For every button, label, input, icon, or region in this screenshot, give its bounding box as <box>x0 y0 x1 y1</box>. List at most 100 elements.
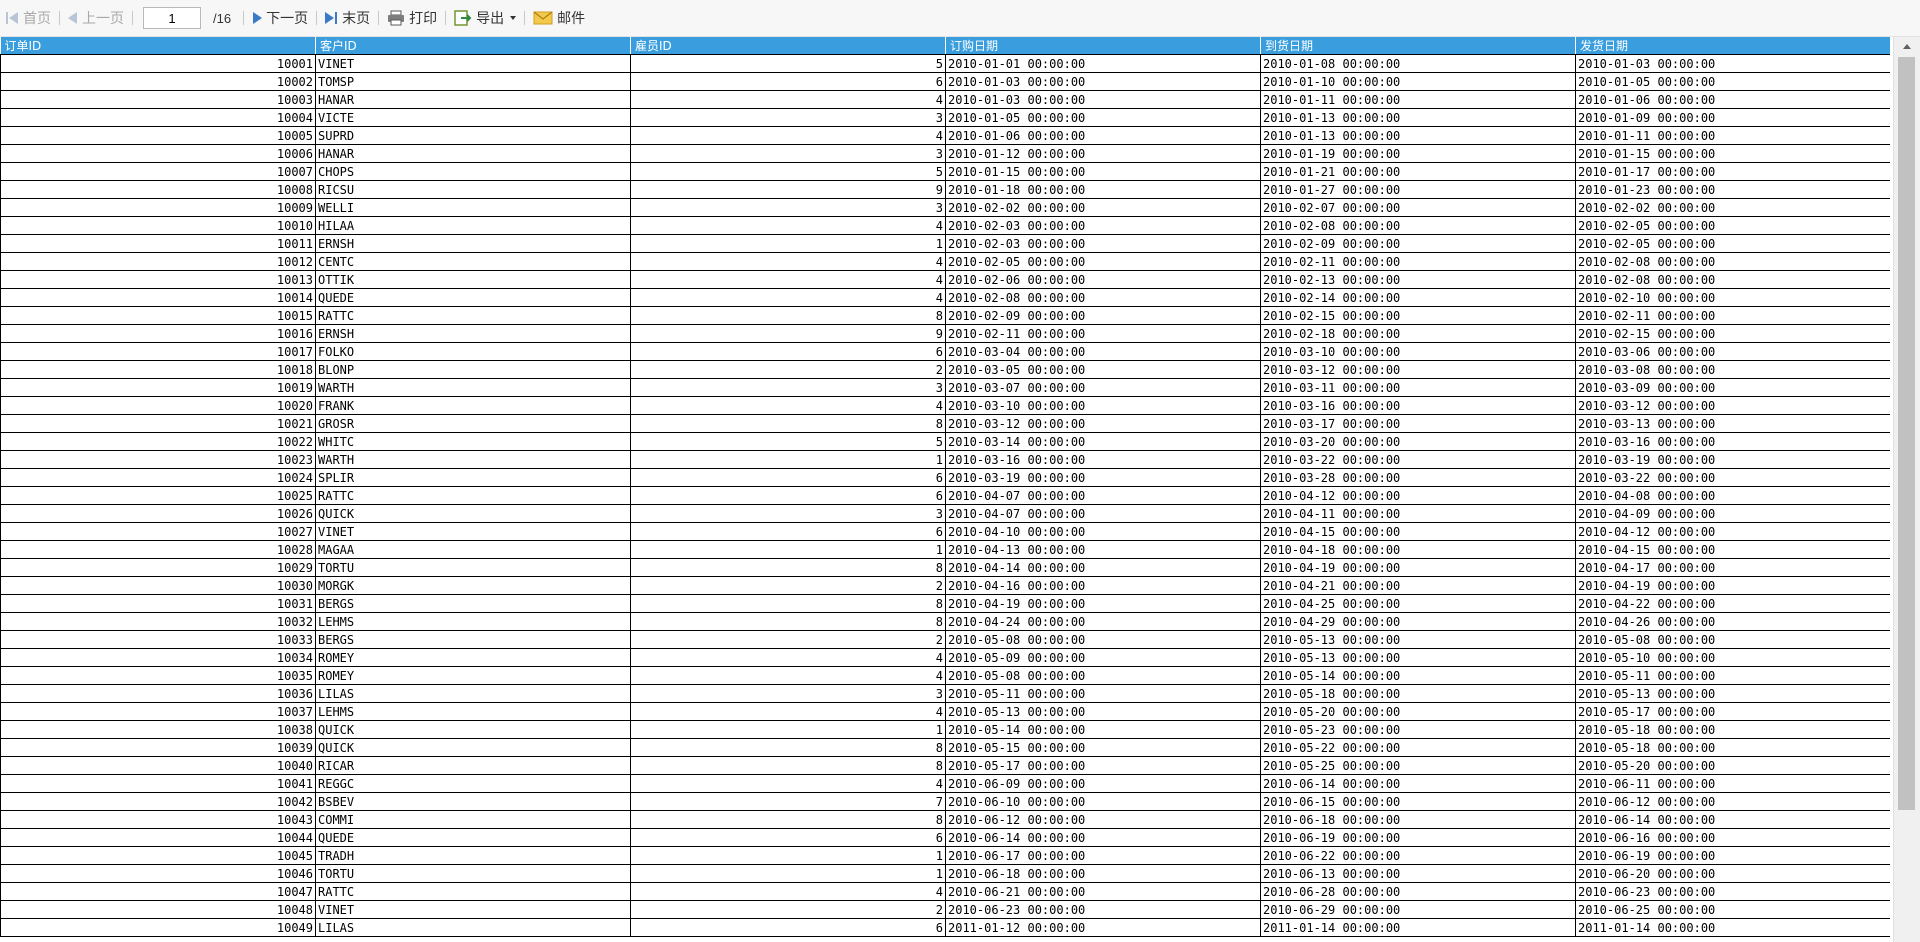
customer-id-cell: BLONP <box>315 360 631 379</box>
table-row: 10014 QUEDE 4 2010-02-08 00:00:00 2010-02-14… <box>0 288 1890 307</box>
shipped-date-cell: 2010-04-19 00:00:00 <box>1575 576 1890 595</box>
shipped-date-cell: 2010-06-16 00:00:00 <box>1575 828 1890 847</box>
customer-id-cell: LILAS <box>315 918 631 937</box>
report-toolbar: 首页 上一页 /16 下一页 末页 打印 导出 <box>0 0 1920 37</box>
table-row: 10018 BLONP 2 2010-03-05 00:00:00 2010-03-12… <box>0 360 1890 379</box>
customer-id-cell: MAGAA <box>315 540 631 559</box>
order-date-cell: 2010-03-10 00:00:00 <box>945 396 1261 415</box>
required-date-cell: 2010-05-14 00:00:00 <box>1260 666 1576 685</box>
prev-page-button[interactable]: 上一页 <box>62 6 130 30</box>
toolbar-divider <box>132 11 133 25</box>
table-header-row: 订单ID 客户ID 雇员ID 订购日期 到货日期 发货日期 <box>0 37 1890 55</box>
required-date-cell: 2010-06-15 00:00:00 <box>1260 792 1576 811</box>
order-date-cell: 2010-01-03 00:00:00 <box>945 90 1261 109</box>
customer-id-cell: TOMSP <box>315 72 631 91</box>
shipped-date-cell: 2010-01-11 00:00:00 <box>1575 126 1890 145</box>
table-body: 10001 VINET 5 2010-01-01 00:00:00 2010-01-08… <box>0 54 1890 937</box>
order-date-cell: 2010-06-14 00:00:00 <box>945 828 1261 847</box>
column-header-order-id[interactable]: 订单ID <box>0 37 316 55</box>
order-id-cell: 10034 <box>0 648 316 667</box>
column-header-required-date[interactable]: 到货日期 <box>1260 37 1576 55</box>
order-id-cell: 10019 <box>0 378 316 397</box>
toolbar-divider <box>445 11 447 25</box>
report-grid: 订单ID 客户ID 雇员ID 订购日期 到货日期 发货日期 10001 VINET… <box>0 37 1890 942</box>
employee-id-cell: 6 <box>630 342 946 361</box>
first-page-button[interactable]: 首页 <box>0 6 57 30</box>
shipped-date-cell: 2010-03-22 00:00:00 <box>1575 468 1890 487</box>
order-id-cell: 10009 <box>0 198 316 217</box>
customer-id-cell: WARTH <box>315 450 631 469</box>
table-row: 10007 CHOPS 5 2010-01-15 00:00:00 2010-01-21… <box>0 162 1890 181</box>
shipped-date-cell: 2010-06-23 00:00:00 <box>1575 882 1890 901</box>
order-date-cell: 2010-02-05 00:00:00 <box>945 252 1261 271</box>
table-row: 10034 ROMEY 4 2010-05-09 00:00:00 2010-05-13… <box>0 648 1890 667</box>
order-date-cell: 2010-05-17 00:00:00 <box>945 756 1261 775</box>
column-header-shipped-date[interactable]: 发货日期 <box>1575 37 1890 55</box>
table-row: 10029 TORTU 8 2010-04-14 00:00:00 2010-04-19… <box>0 558 1890 577</box>
shipped-date-cell: 2010-02-08 00:00:00 <box>1575 270 1890 289</box>
order-id-cell: 10032 <box>0 612 316 631</box>
table-row: 10036 LILAS 3 2010-05-11 00:00:00 2010-05-18… <box>0 684 1890 703</box>
required-date-cell: 2010-02-18 00:00:00 <box>1260 324 1576 343</box>
page-total-label: /16 <box>213 10 232 26</box>
column-header-customer-id[interactable]: 客户ID <box>315 37 631 55</box>
column-header-order-date[interactable]: 订购日期 <box>945 37 1261 55</box>
employee-id-cell: 2 <box>630 576 946 595</box>
required-date-cell: 2010-04-19 00:00:00 <box>1260 558 1576 577</box>
table-row: 10023 WARTH 1 2010-03-16 00:00:00 2010-03-22… <box>0 450 1890 469</box>
table-row: 10020 FRANK 4 2010-03-10 00:00:00 2010-03-16… <box>0 396 1890 415</box>
order-id-cell: 10035 <box>0 666 316 685</box>
prev-page-icon <box>68 11 78 25</box>
order-date-cell: 2010-05-14 00:00:00 <box>945 720 1261 739</box>
last-page-label: 末页 <box>342 10 371 26</box>
required-date-cell: 2010-03-20 00:00:00 <box>1260 432 1576 451</box>
shipped-date-cell: 2010-06-14 00:00:00 <box>1575 810 1890 829</box>
table-row: 10005 SUPRD 4 2010-01-06 00:00:00 2010-01-13… <box>0 126 1890 145</box>
table-row: 10001 VINET 5 2010-01-01 00:00:00 2010-01-08… <box>0 54 1890 73</box>
employee-id-cell: 8 <box>630 756 946 775</box>
customer-id-cell: WHITC <box>315 432 631 451</box>
shipped-date-cell: 2010-01-05 00:00:00 <box>1575 72 1890 91</box>
customer-id-cell: VICTE <box>315 108 631 127</box>
table-row: 10041 REGGC 4 2010-06-09 00:00:00 2010-06-14… <box>0 774 1890 793</box>
customer-id-cell: LEHMS <box>315 612 631 631</box>
prev-page-label: 上一页 <box>82 10 124 26</box>
customer-id-cell: VINET <box>315 900 631 919</box>
table-row: 10044 QUEDE 6 2010-06-14 00:00:00 2010-06-19… <box>0 828 1890 847</box>
next-page-button[interactable]: 下一页 <box>246 6 314 30</box>
table-row: 10009 WELLI 3 2010-02-02 00:00:00 2010-02-07… <box>0 198 1890 217</box>
order-id-cell: 10003 <box>0 90 316 109</box>
column-header-employee-id[interactable]: 雇员ID <box>630 37 946 55</box>
mail-label: 邮件 <box>557 10 586 26</box>
customer-id-cell: ROMEY <box>315 666 631 685</box>
employee-id-cell: 3 <box>630 504 946 523</box>
required-date-cell: 2010-06-13 00:00:00 <box>1260 864 1576 883</box>
order-date-cell: 2010-01-03 00:00:00 <box>945 72 1261 91</box>
page-number-input[interactable] <box>143 7 201 29</box>
customer-id-cell: QUEDE <box>315 828 631 847</box>
table-row: 10003 HANAR 4 2010-01-03 00:00:00 2010-01-11… <box>0 90 1890 109</box>
required-date-cell: 2010-01-11 00:00:00 <box>1260 90 1576 109</box>
export-dropdown[interactable]: 导出 <box>448 6 522 30</box>
shipped-date-cell: 2010-01-15 00:00:00 <box>1575 144 1890 163</box>
order-date-cell: 2010-06-10 00:00:00 <box>945 792 1261 811</box>
last-page-button[interactable]: 末页 <box>319 6 376 30</box>
order-id-cell: 10001 <box>0 54 316 73</box>
shipped-date-cell: 2010-02-08 00:00:00 <box>1575 252 1890 271</box>
mail-button[interactable]: 邮件 <box>527 6 591 30</box>
customer-id-cell: ROMEY <box>315 648 631 667</box>
shipped-date-cell: 2010-05-08 00:00:00 <box>1575 630 1890 649</box>
customer-id-cell: MORGK <box>315 576 631 595</box>
order-date-cell: 2010-06-18 00:00:00 <box>945 864 1261 883</box>
required-date-cell: 2010-06-28 00:00:00 <box>1260 882 1576 901</box>
order-id-cell: 10033 <box>0 630 316 649</box>
print-button[interactable]: 打印 <box>381 6 443 30</box>
customer-id-cell: BSBEV <box>315 792 631 811</box>
order-id-cell: 10029 <box>0 558 316 577</box>
vertical-scrollbar[interactable] <box>1893 37 1920 942</box>
scroll-up-icon[interactable] <box>1903 44 1911 49</box>
order-id-cell: 10038 <box>0 720 316 739</box>
scrollbar-thumb[interactable] <box>1898 57 1915 810</box>
shipped-date-cell: 2010-04-22 00:00:00 <box>1575 594 1890 613</box>
shipped-date-cell: 2010-01-09 00:00:00 <box>1575 108 1890 127</box>
